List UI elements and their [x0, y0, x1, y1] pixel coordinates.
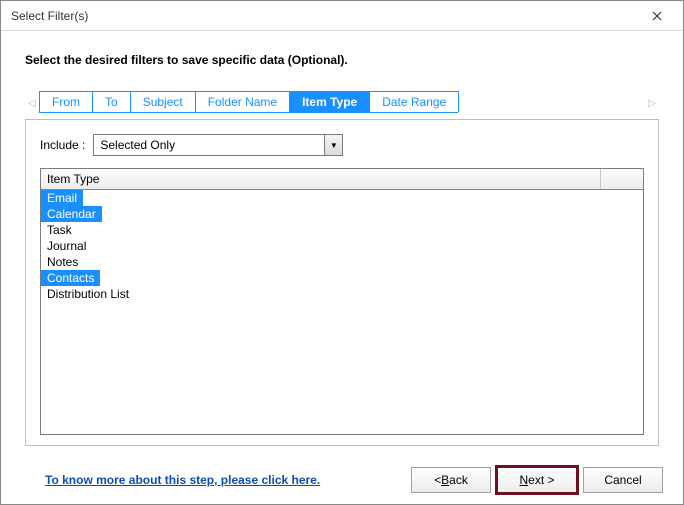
list-item[interactable]: Journal — [41, 238, 92, 254]
list-item[interactable]: Distribution List — [41, 286, 135, 302]
next-button[interactable]: Next > — [497, 467, 577, 493]
titlebar: Select Filter(s) — [1, 1, 683, 31]
filter-panel: Include : Selected Only ▼ Item Type Emai… — [25, 119, 659, 446]
tab-row: ◁ From To Subject Folder Name Item Type … — [25, 89, 659, 113]
instruction-text: Select the desired filters to save speci… — [25, 53, 659, 67]
include-value: Selected Only — [94, 138, 324, 152]
list-item[interactable]: Email — [41, 190, 83, 206]
list-body[interactable]: Email Calendar Task Journal Notes Contac… — [41, 190, 643, 434]
back-button[interactable]: < Back — [411, 467, 491, 493]
cancel-button[interactable]: Cancel — [583, 467, 663, 493]
tab-subject[interactable]: Subject — [130, 91, 196, 112]
tab-folder-name[interactable]: Folder Name — [195, 91, 290, 112]
include-label: Include : — [40, 138, 85, 152]
close-icon — [652, 11, 662, 21]
column-item-type[interactable]: Item Type — [41, 169, 601, 189]
tab-from[interactable]: From — [39, 91, 93, 112]
list-item[interactable]: Notes — [41, 254, 84, 270]
window-title: Select Filter(s) — [11, 9, 88, 23]
footer: To know more about this step, please cli… — [1, 456, 683, 504]
tab-date-range[interactable]: Date Range — [369, 91, 459, 112]
help-link[interactable]: To know more about this step, please cli… — [45, 473, 320, 487]
list-item[interactable]: Calendar — [41, 206, 102, 222]
tabs: From To Subject Folder Name Item Type Da… — [39, 91, 458, 113]
content-area: Select the desired filters to save speci… — [1, 31, 683, 456]
chevron-down-icon: ▼ — [324, 135, 342, 155]
close-button[interactable] — [637, 4, 677, 28]
item-type-list: Item Type Email Calendar Task Journal No… — [40, 168, 644, 435]
tabs-scroll-right-icon[interactable]: ▷ — [645, 93, 659, 113]
list-item[interactable]: Contacts — [41, 270, 100, 286]
list-item[interactable]: Task — [41, 222, 78, 238]
tab-item-type[interactable]: Item Type — [289, 91, 370, 112]
column-blank[interactable] — [601, 169, 643, 189]
include-row: Include : Selected Only ▼ — [40, 134, 644, 156]
list-header: Item Type — [41, 169, 643, 190]
tab-to[interactable]: To — [92, 91, 131, 112]
select-filters-dialog: Select Filter(s) Select the desired filt… — [0, 0, 684, 505]
tabs-scroll-left-icon[interactable]: ◁ — [25, 93, 39, 113]
include-dropdown[interactable]: Selected Only ▼ — [93, 134, 343, 156]
